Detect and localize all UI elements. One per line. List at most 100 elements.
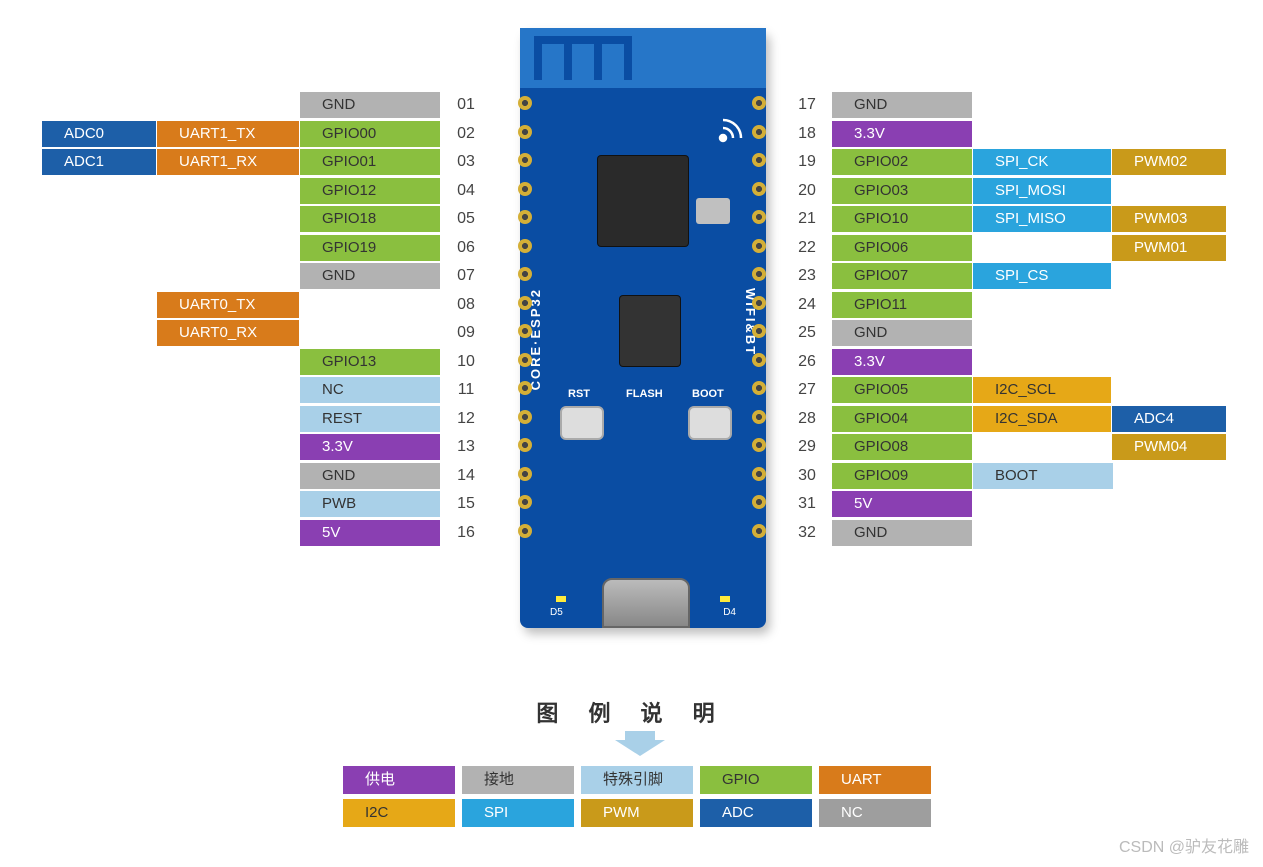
pin-tag: I2C_SDA	[973, 406, 1111, 432]
pin-hole	[752, 438, 766, 452]
pin-tag: GPIO13	[300, 349, 440, 375]
right-pin-row: 24GPIO11	[782, 292, 973, 318]
pin-hole	[752, 524, 766, 538]
pin-hole	[752, 210, 766, 224]
right-pin-row: 17GND	[782, 92, 973, 118]
pin-tag: PWM03	[1112, 206, 1226, 232]
left-pin-row: UART0_TX08	[42, 292, 491, 318]
pin-hole	[518, 267, 532, 281]
pin-hole	[752, 267, 766, 281]
legend-row-2: I2CSPIPWMADCNC	[343, 799, 931, 827]
pin-number: 06	[441, 239, 491, 257]
pin-number: 29	[782, 438, 832, 456]
pin-tag: GPIO00	[300, 121, 440, 147]
pin-tag: REST	[300, 406, 440, 432]
pin-hole	[752, 96, 766, 110]
pin-tag: GPIO08	[832, 434, 972, 460]
led-d4-label: D4	[723, 607, 736, 618]
pin-hole	[752, 324, 766, 338]
pin-number: 31	[782, 495, 832, 513]
pin-number: 07	[441, 267, 491, 285]
left-pin-row: GPIO1906	[42, 235, 491, 261]
right-pin-row: 32GND	[782, 520, 973, 546]
right-pin-row: 29GPIO08 PWM04	[782, 434, 1227, 460]
pin-hole	[518, 96, 532, 110]
left-pin-row: GND01	[42, 92, 491, 118]
pin-tag: GND	[832, 92, 972, 118]
led-d5-label: D5	[550, 607, 563, 618]
pin-tag: 3.3V	[300, 434, 440, 460]
left-pin-row: GPIO1805	[42, 206, 491, 232]
pin-hole	[518, 182, 532, 196]
pin-tag: GPIO05	[832, 377, 972, 403]
pin-tag: UART0_RX	[157, 320, 299, 346]
pin-tag: GPIO09	[832, 463, 972, 489]
rst-label: RST	[568, 388, 590, 400]
pin-tag: GPIO10	[832, 206, 972, 232]
right-pin-row: 183.3V	[782, 121, 973, 147]
pin-hole	[752, 353, 766, 367]
pin-number: 27	[782, 381, 832, 399]
pin-hole	[518, 410, 532, 424]
pin-hole	[518, 438, 532, 452]
pin-number: 22	[782, 239, 832, 257]
pin-number: 16	[441, 524, 491, 542]
legend-item: GPIO	[700, 766, 812, 794]
pin-tag: GND	[832, 520, 972, 546]
watermark: CSDN @驴友花雕	[1119, 833, 1249, 857]
usb-c-port	[602, 578, 690, 628]
pin-number: 05	[441, 210, 491, 228]
right-pin-row: 19GPIO02SPI_CKPWM02	[782, 149, 1227, 175]
pin-number: 25	[782, 324, 832, 342]
pin-tag: GPIO12	[300, 178, 440, 204]
pin-tag: GPIO06	[832, 235, 972, 261]
left-pin-row: NC11	[42, 377, 491, 403]
pin-number: 17	[782, 96, 832, 114]
legend-title: 图 例 说 明	[0, 696, 1263, 728]
pin-number: 24	[782, 296, 832, 314]
legend-item: UART	[819, 766, 931, 794]
right-pin-row: 30GPIO09BOOT	[782, 463, 1114, 489]
pin-tag: GPIO03	[832, 178, 972, 204]
pin-number: 10	[441, 353, 491, 371]
legend-item: NC	[819, 799, 931, 827]
pin-tag: GND	[300, 92, 440, 118]
left-pin-row: ADC1UART1_RXGPIO0103	[42, 149, 491, 175]
pin-number: 08	[441, 296, 491, 314]
boot-button	[688, 406, 732, 440]
pin-tag: ADC0	[42, 121, 156, 147]
pin-hole	[518, 324, 532, 338]
flash-label: FLASH	[626, 388, 663, 400]
left-pin-row: UART0_RX09	[42, 320, 491, 346]
legend-item: ADC	[700, 799, 812, 827]
pin-number: 03	[441, 153, 491, 171]
led-d5	[556, 596, 566, 602]
right-pin-row: 23GPIO07SPI_CS	[782, 263, 1112, 289]
pin-hole	[518, 296, 532, 310]
pin-number: 18	[782, 125, 832, 143]
pin-hole	[518, 239, 532, 253]
pin-tag: SPI_CS	[973, 263, 1111, 289]
pin-number: 20	[782, 182, 832, 200]
pin-tag: BOOT	[973, 463, 1113, 489]
reset-button	[560, 406, 604, 440]
left-pin-row: GND14	[42, 463, 491, 489]
arrow-down-icon	[615, 726, 665, 756]
pin-number: 14	[441, 467, 491, 485]
pin-number: 13	[441, 438, 491, 456]
pin-hole	[752, 239, 766, 253]
pin-hole	[752, 153, 766, 167]
right-pin-row: 315V	[782, 491, 973, 517]
legend-item: I2C	[343, 799, 455, 827]
left-pin-row: ADC0UART1_TXGPIO0002	[42, 121, 491, 147]
pin-tag: PWM04	[1112, 434, 1226, 460]
pin-tag: 3.3V	[832, 121, 972, 147]
legend-item: 接地	[462, 766, 574, 794]
right-pin-row: 28GPIO04I2C_SDAADC4	[782, 406, 1227, 432]
pin-tag: 3.3V	[832, 349, 972, 375]
pin-tag: GND	[300, 463, 440, 489]
right-pin-row: 20GPIO03SPI_MOSI	[782, 178, 1112, 204]
right-pin-row: 25GND	[782, 320, 973, 346]
left-pin-row: PWB15	[42, 491, 491, 517]
left-pin-row: 3.3V13	[42, 434, 491, 460]
